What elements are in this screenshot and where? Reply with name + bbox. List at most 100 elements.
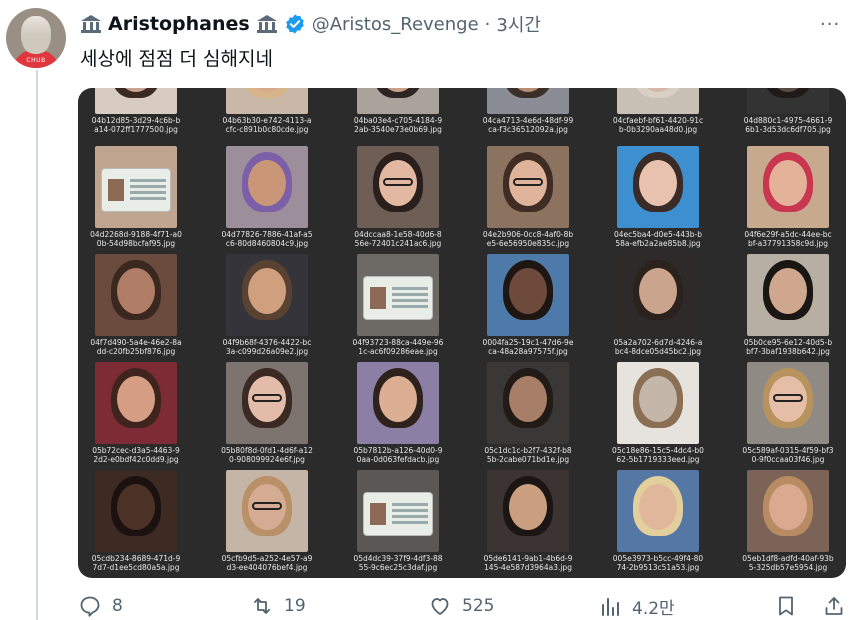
id-card-image [101, 168, 171, 212]
photo-image [357, 470, 439, 552]
file-name-label: 05c18e86-15c5-4dc4-b062-5b1719333eed.jpg [612, 446, 704, 464]
file-name-label: 04e2b906-0cc8-4af0-8be5-6e56950e835c.jpg [482, 230, 574, 248]
file-name-label: 05c1dc1c-b2f7-432f-b85b-2cabe071bd1e.jpg [484, 446, 572, 464]
file-name-label: 05b0ce95-6e12-40d5-bbf7-3baf1938b642.jpg [743, 338, 833, 356]
file-name-label: 05cfb9d5-a252-4e57-a9d3-ee404076bef4.jpg [221, 554, 313, 572]
reply-button[interactable]: 8 [78, 594, 123, 618]
photo-thumbnail: 05c589af-0315-4f59-bf30-9f0ccaa03f46.jpg [742, 362, 834, 470]
separator-dot: · [484, 13, 491, 35]
retweet-count: 19 [284, 596, 306, 616]
photo-image [95, 254, 177, 336]
file-name-label: 05b80f8d-0fd1-4d6f-a120-908099924e6f.jpg [221, 446, 313, 464]
bookmark-icon [779, 596, 793, 616]
photo-thumbnail: 04f6e29f-a5dc-44ee-bcbf-a37791358c9d.jpg [742, 146, 832, 254]
photo-thumbnail: 04f93723-88ca-449e-961c-ac6f09286eae.jpg [352, 254, 444, 362]
photo-thumbnail: 05b7812b-a126-40d0-90aa-0d063fefdacb.jpg [352, 362, 443, 470]
share-button[interactable] [822, 594, 846, 618]
avatar-beard [23, 34, 49, 54]
file-name-label: 05cdb234-8689-471d-97d7-d1ee5cd80a5a.jpg [91, 554, 181, 572]
photo-image [357, 146, 439, 228]
photo-image [226, 362, 308, 444]
photo-image [487, 470, 569, 552]
file-name-label: 04f9b68f-4376-4422-bc3a-c099d26a09e2.jpg [222, 338, 312, 356]
photo-image [226, 470, 308, 552]
retweet-button[interactable]: 19 [250, 594, 306, 618]
photo-image [95, 470, 177, 552]
photo-grid: 04b12d85-3d29-4c6b-ba14-072ff1777500.jpg… [78, 88, 846, 578]
views-count: 4.2만 [632, 599, 675, 619]
action-bar: 8 19 525 4.2만 [78, 594, 848, 620]
file-name-label: 04ba03e4-c705-4184-92ab-3540e73e0b69.jpg [353, 116, 443, 134]
photo-thumbnail: 04f7d490-5a4e-46e2-8add-c20fb25bf876.jpg [90, 254, 182, 362]
file-name-label: 005e3973-b5cc-49f4-8074-2b9513c51a53.jpg [612, 554, 704, 572]
photo-image [487, 88, 569, 114]
like-button[interactable]: 525 [428, 594, 494, 618]
photo-thumbnail: 005e3973-b5cc-49f4-8074-2b9513c51a53.jpg [612, 470, 704, 578]
photo-image [487, 362, 569, 444]
photo-image [617, 470, 699, 552]
classical-building-icon [256, 14, 278, 34]
file-name-label: 04f7d490-5a4e-46e2-8add-c20fb25bf876.jpg [90, 338, 182, 356]
photo-thumbnail: 05b0ce95-6e12-40d5-bbf7-3baf1938b642.jpg [742, 254, 832, 362]
photo-thumbnail: 05de6141-9ab1-4b6d-9145-4e587d3964a3.jpg [482, 470, 572, 578]
photo-thumbnail: 05d4dc39-37f9-4df3-8855-9c6ec25c3daf.jpg [352, 470, 443, 578]
photo-thumbnail: 04d77826-7886-41af-a5c6-80d8460804c9.jpg [221, 146, 313, 254]
photo-thumbnail: 0004fa25-19c1-47d6-9eca-48a28a97575f.jpg [482, 254, 573, 362]
post-timestamp[interactable]: 3시간 [496, 11, 541, 37]
photo-image [226, 88, 308, 114]
file-name-label: 04cfaebf-bf61-4420-91cb-0b3290aa48d0.jpg [612, 116, 704, 134]
avatar[interactable]: CHUB [6, 8, 66, 68]
photo-image [747, 362, 829, 444]
more-options-icon[interactable]: ··· [820, 14, 840, 35]
views-button[interactable]: 4.2만 [598, 594, 675, 619]
photo-image [95, 146, 177, 228]
file-name-label: 04ec5ba4-d0e5-443b-b58a-efb2a2ae85b8.jpg [613, 230, 703, 248]
thread-line [36, 70, 38, 620]
display-name[interactable]: Aristophanes [108, 13, 250, 35]
avatar-shirt-text: CHUB [26, 57, 46, 64]
file-name-label: 05a2a702-6d7d-4246-abc4-8dce05d45bc2.jpg [613, 338, 703, 356]
file-name-label: 04ca4713-4e6d-48df-99ca-f3c36512092a.jpg [482, 116, 574, 134]
file-name-label: 04dccaa8-1e58-40d6-856e-72401c241ac6.jpg [354, 230, 442, 248]
file-name-label: 05de6141-9ab1-4b6d-9145-4e587d3964a3.jpg [483, 554, 573, 572]
like-count: 525 [462, 596, 495, 616]
photo-image [617, 146, 699, 228]
photo-image [95, 88, 177, 114]
photo-image [226, 254, 308, 336]
photo-thumbnail: 05a2a702-6d7d-4246-abc4-8dce05d45bc2.jpg [612, 254, 702, 362]
photo-image [226, 146, 308, 228]
photo-thumbnail: 05eb1df8-adfd-40af-93b5-325db57e5954.jpg [742, 470, 834, 578]
verified-badge-icon [285, 14, 304, 34]
id-card-image [363, 492, 433, 536]
file-name-label: 05eb1df8-adfd-40af-93b5-325db57e5954.jpg [742, 554, 834, 572]
file-name-label: 04d77826-7886-41af-a5c6-80d8460804c9.jpg [221, 230, 313, 248]
photo-thumbnail: 05b80f8d-0fd1-4d6f-a120-908099924e6f.jpg [221, 362, 313, 470]
file-name-label: 04d2268d-9188-4f71-a00b-54d98bcfaf95.jpg [90, 230, 182, 248]
photo-image [747, 470, 829, 552]
file-name-label: 05b7812b-a126-40d0-90aa-0d063fefdacb.jpg [353, 446, 443, 464]
photo-thumbnail: 05cdb234-8689-471d-97d7-d1ee5cd80a5a.jpg [90, 470, 180, 578]
file-name-label: 04f6e29f-a5dc-44ee-bcbf-a37791358c9d.jpg [744, 230, 832, 248]
photo-image [747, 146, 829, 228]
bookmark-button[interactable] [774, 594, 798, 618]
photo-image [617, 362, 699, 444]
file-name-label: 04d880c1-4975-4661-96b1-3d53dc6df705.jpg [743, 116, 833, 134]
photo-thumbnail: 04d2268d-9188-4f71-a00b-54d98bcfaf95.jpg [90, 146, 182, 254]
classical-building-icon [80, 14, 102, 34]
photo-image [747, 254, 829, 336]
retweet-icon [254, 598, 270, 614]
post-text: 세상에 점점 더 심해지네 [80, 48, 273, 70]
photo-thumbnail: 04ec5ba4-d0e5-443b-b58a-efb2a2ae85b8.jpg [612, 146, 702, 254]
photo-image [357, 254, 439, 336]
file-name-label: 05c589af-0315-4f59-bf30-9f0ccaa03f46.jpg [742, 446, 834, 464]
media-image[interactable]: 04b12d85-3d29-4c6b-ba14-072ff1777500.jpg… [78, 88, 846, 578]
user-handle[interactable]: @Aristos_Revenge [312, 14, 479, 35]
heart-icon [431, 598, 449, 615]
file-name-label: 04f93723-88ca-449e-961c-ac6f09286eae.jpg [352, 338, 444, 356]
photo-thumbnail: 04dccaa8-1e58-40d6-856e-72401c241ac6.jpg [352, 146, 442, 254]
photo-thumbnail: 04f9b68f-4376-4422-bc3a-c099d26a09e2.jpg [221, 254, 311, 362]
photo-image [95, 362, 177, 444]
reply-count: 8 [112, 596, 123, 616]
photo-image [357, 88, 439, 114]
photo-image [747, 88, 829, 114]
